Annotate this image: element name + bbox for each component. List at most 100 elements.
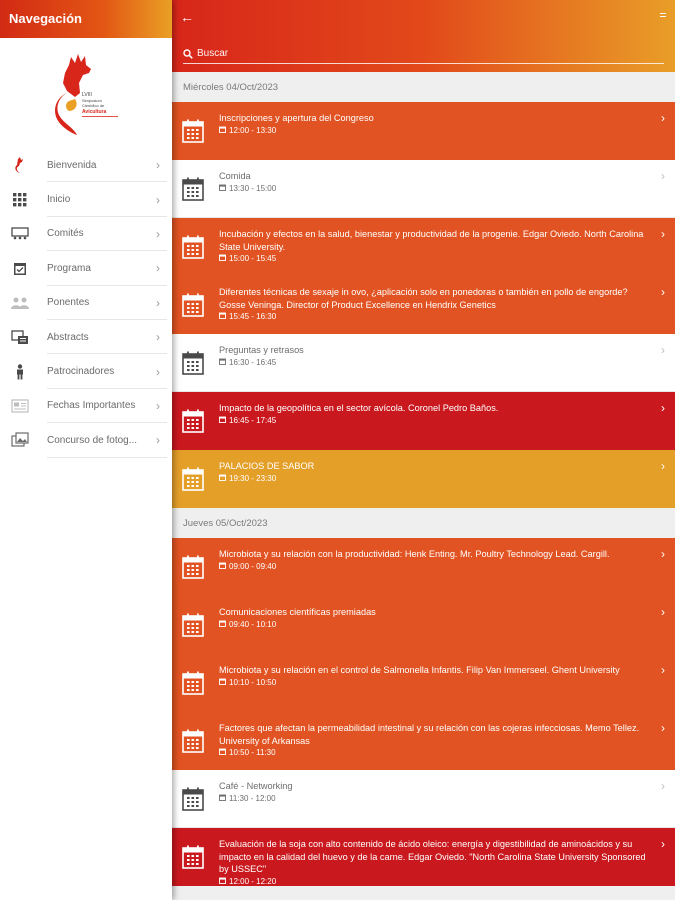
event-time: 19:30 - 23:30 (229, 473, 277, 483)
event-body: Preguntas y retrasos 16:30 - 16:45 (219, 344, 651, 367)
event-time: 15:00 - 15:45 (229, 254, 277, 263)
event-time: 16:45 - 17:45 (229, 415, 277, 425)
sidebar-item-abstracts[interactable]: Abstracts › (0, 320, 172, 355)
event-time-row: 13:30 - 15:00 (219, 184, 651, 193)
event-time-row: 19:30 - 23:30 (219, 474, 651, 483)
sidebar-item-label: Bienvenida (47, 159, 97, 171)
event-row[interactable]: Comunicaciones científicas premiadas 09:4… (172, 596, 675, 654)
event-time-row: 09:40 - 10:10 (219, 620, 651, 629)
chevron-right-icon: › (156, 192, 160, 207)
event-title: Inscripciones y apertura del Congreso (219, 113, 374, 123)
menu-icon[interactable] (660, 13, 666, 19)
sidebar-item-label: Comités (47, 228, 84, 240)
calendar-icon (182, 845, 204, 874)
mini-calendar-icon (219, 794, 226, 803)
event-time-row: 16:30 - 16:45 (219, 358, 651, 367)
svg-text:Científico de: Científico de (82, 103, 105, 108)
chevron-right-icon: › (661, 547, 665, 561)
chevron-right-icon: › (661, 111, 665, 125)
sidebar-item-bienvenida[interactable]: Bienvenida › (0, 148, 172, 183)
sidebar-item-label: Ponentes (47, 297, 90, 309)
person-icon (0, 363, 40, 380)
calendar-check-icon (0, 261, 40, 276)
sidebar-item-inicio[interactable]: Inicio › (0, 182, 172, 217)
event-title: Microbiota y su relación en el control d… (219, 665, 620, 675)
abstracts-icon (0, 329, 40, 345)
event-title: Microbiota y su relación con la producti… (219, 549, 610, 559)
mini-calendar-icon (219, 416, 226, 425)
svg-text:Avicultura: Avicultura (82, 109, 106, 115)
back-arrow-icon[interactable]: ← (180, 9, 194, 25)
calendar-icon (182, 787, 204, 816)
event-row[interactable]: Diferentes técnicas de sexaje in ovo, ¿a… (172, 276, 675, 334)
chevron-right-icon: › (156, 261, 160, 276)
event-time: 09:40 - 10:10 (229, 619, 277, 629)
event-title: Café - Networking (219, 781, 293, 791)
schedule-list: Miércoles 04/Oct/2023 Inscripciones y ape… (172, 72, 675, 886)
chevron-right-icon: › (661, 779, 665, 793)
event-row[interactable]: Comida 13:30 - 15:00 › (172, 160, 675, 218)
divider (47, 456, 167, 458)
calendar-icon (182, 293, 204, 322)
event-title: Impacto de la geopolítica en el sector a… (219, 403, 499, 413)
chevron-right-icon: › (156, 364, 160, 379)
chevron-right-icon: › (156, 433, 160, 448)
event-title: Evaluación de la soja con alto contenido… (219, 839, 646, 874)
chevron-right-icon: › (661, 663, 665, 677)
chevron-right-icon: › (661, 605, 665, 619)
event-row[interactable]: Inscripciones y apertura del Congreso 12:… (172, 102, 675, 160)
sidebar-item-fechas-importantes[interactable]: Fechas Importantes › (0, 389, 172, 424)
event-time-row: 09:00 - 09:40 (219, 562, 651, 571)
day-header: Jueves 05/Oct/2023 (172, 508, 675, 538)
calendar-icon (182, 351, 204, 380)
event-body: Impacto de la geopolítica en el sector a… (219, 402, 651, 425)
drawer-title: Navegación (0, 0, 172, 38)
sidebar-item-comités[interactable]: Comités › (0, 217, 172, 252)
event-row[interactable]: Café - Networking 11:30 - 12:00 › (172, 770, 675, 828)
event-body: Café - Networking 11:30 - 12:00 (219, 780, 651, 803)
event-title: Comida (219, 171, 251, 181)
event-row[interactable]: PALACIOS DE SABOR 19:30 - 23:30 › (172, 450, 675, 508)
event-title: Comunicaciones científicas premiadas (219, 607, 376, 617)
mini-calendar-icon (219, 126, 226, 135)
calendar-icon (182, 671, 204, 700)
search-input[interactable] (197, 48, 597, 59)
calendar-icon (182, 729, 204, 758)
event-time: 16:30 - 16:45 (229, 357, 277, 367)
sidebar-item-ponentes[interactable]: Ponentes › (0, 286, 172, 320)
chevron-right-icon: › (661, 343, 665, 357)
chevron-right-icon: › (156, 295, 160, 310)
event-row[interactable]: Incubación y efectos en la salud, bienes… (172, 218, 675, 276)
calendar-icon (182, 467, 204, 496)
mini-calendar-icon (219, 184, 226, 193)
event-row[interactable]: Factores que afectan la permeabilidad in… (172, 712, 675, 770)
sidebar-item-patrocinadores[interactable]: Patrocinadores › (0, 354, 172, 389)
calendar-icon (182, 119, 204, 148)
chevron-right-icon: › (156, 158, 160, 173)
event-time: 10:50 - 11:30 (229, 748, 276, 757)
chevron-right-icon: › (156, 398, 160, 413)
event-row[interactable]: Microbiota y su relación con la producti… (172, 538, 675, 596)
event-body: Microbiota y su relación con la producti… (219, 548, 651, 571)
mini-calendar-icon (219, 312, 226, 321)
event-row[interactable]: Microbiota y su relación en el control d… (172, 654, 675, 712)
sidebar-item-programa[interactable]: Programa › (0, 251, 172, 286)
search-bar[interactable] (183, 44, 664, 64)
calendar-icon (182, 177, 204, 206)
chevron-right-icon: › (661, 401, 665, 415)
event-title: Diferentes técnicas de sexaje in ovo, ¿a… (219, 287, 628, 310)
event-body: PALACIOS DE SABOR 19:30 - 23:30 (219, 460, 651, 483)
chevron-right-icon: › (156, 226, 160, 241)
chevron-right-icon: › (661, 721, 665, 735)
mini-calendar-icon (219, 678, 226, 687)
event-row[interactable]: Impacto de la geopolítica en el sector a… (172, 392, 675, 450)
search-icon (183, 48, 193, 59)
event-body: Evaluación de la soja con alto contenido… (219, 838, 651, 886)
event-row[interactable]: Evaluación de la soja con alto contenido… (172, 828, 675, 886)
event-title: Preguntas y retrasos (219, 345, 304, 355)
chevron-right-icon: › (661, 837, 665, 851)
event-row[interactable]: Preguntas y retrasos 16:30 - 16:45 › (172, 334, 675, 392)
sidebar-item-concurso-de-fotog[interactable]: Concurso de fotog... › (0, 423, 172, 458)
sidebar-item-label: Concurso de fotog... (47, 434, 138, 446)
event-time-row: 10:10 - 10:50 (219, 678, 651, 687)
